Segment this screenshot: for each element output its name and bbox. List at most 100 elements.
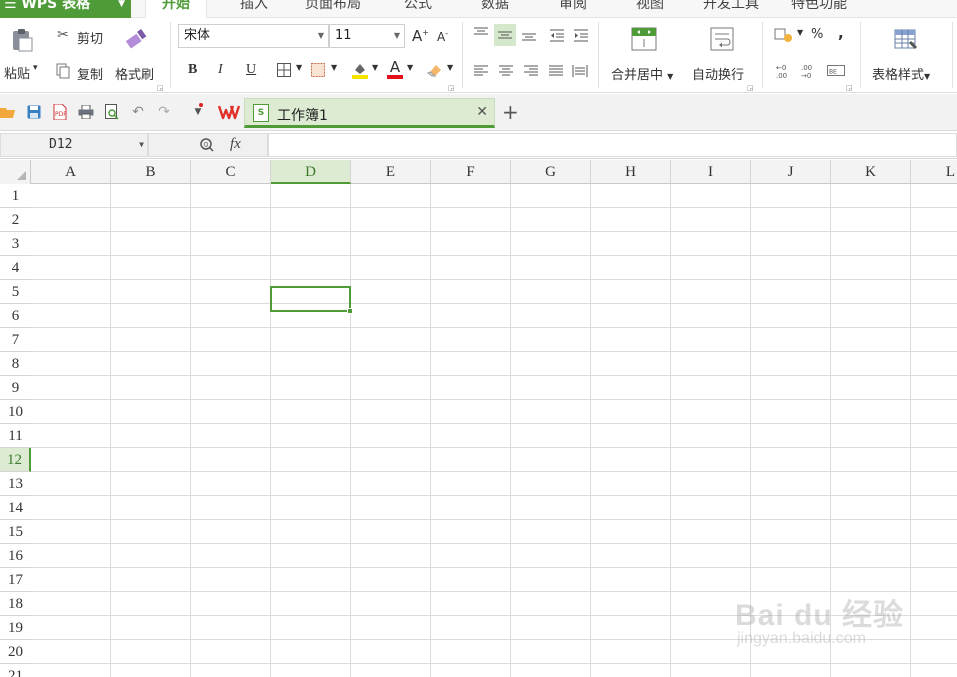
chevron-down-icon[interactable]: ▼: [407, 63, 413, 72]
row-header-21[interactable]: 21: [0, 664, 31, 677]
dialog-launcher-icon[interactable]: ◲: [448, 84, 455, 92]
row-header-10[interactable]: 10: [0, 400, 31, 424]
tab-page-layout[interactable]: 页面布局: [305, 0, 361, 13]
row-header-3[interactable]: 3: [0, 232, 31, 256]
table-style-button[interactable]: 表格样式▼: [872, 64, 930, 83]
grow-font-button[interactable]: A+: [412, 27, 429, 45]
print-preview-icon[interactable]: [104, 104, 120, 120]
increase-decimal-icon[interactable]: ←0.00: [774, 62, 792, 80]
active-cell[interactable]: [270, 286, 353, 314]
font-family-select[interactable]: 宋体 ▼: [178, 24, 329, 48]
column-header-b[interactable]: B: [111, 160, 191, 184]
customize-toolbar-icon[interactable]: ▼: [190, 103, 206, 120]
row-header-18[interactable]: 18: [0, 592, 31, 616]
row-header-8[interactable]: 8: [0, 352, 31, 376]
row-header-6[interactable]: 6: [0, 304, 31, 328]
align-middle-icon[interactable]: [494, 24, 516, 46]
tab-special-features[interactable]: 特色功能: [791, 0, 847, 13]
align-top-icon[interactable]: [472, 24, 490, 42]
merge-center-button[interactable]: 合并居中 ▼: [611, 64, 673, 83]
tab-developer[interactable]: 开发工具: [703, 0, 759, 13]
tab-data[interactable]: 数据: [481, 0, 509, 13]
wps-logo-icon[interactable]: [218, 104, 240, 120]
document-tab[interactable]: S 工作簿1 ✕: [244, 98, 495, 128]
chevron-down-icon[interactable]: ▼: [296, 63, 302, 72]
tab-home[interactable]: 开始: [145, 0, 207, 18]
tab-view[interactable]: 视图: [636, 0, 664, 13]
row-header-9[interactable]: 9: [0, 376, 31, 400]
row-header-14[interactable]: 14: [0, 496, 31, 520]
undo-icon[interactable]: ↶: [130, 104, 146, 120]
column-header-d[interactable]: D: [271, 160, 351, 184]
paste-icon[interactable]: [8, 26, 36, 54]
row-header-15[interactable]: 15: [0, 520, 31, 544]
tab-insert[interactable]: 插入: [240, 0, 268, 13]
row-header-11[interactable]: 11: [0, 424, 31, 448]
dialog-launcher-icon[interactable]: ◲: [846, 84, 853, 92]
underline-button[interactable]: U: [246, 62, 256, 78]
insert-function-button[interactable]: fx: [230, 136, 241, 153]
font-size-select[interactable]: 11 ▼: [329, 24, 405, 48]
column-header-a[interactable]: A: [31, 160, 111, 184]
select-all-button[interactable]: [0, 160, 31, 184]
row-header-2[interactable]: 2: [0, 208, 31, 232]
cut-button[interactable]: 剪切: [77, 28, 103, 47]
column-header-l[interactable]: L: [911, 160, 957, 184]
wrap-text-icon[interactable]: [708, 26, 736, 52]
tab-review[interactable]: 审阅: [559, 0, 587, 13]
chevron-down-icon[interactable]: ▼: [331, 63, 337, 72]
format-painter-button[interactable]: 格式刷: [115, 64, 154, 83]
fill-handle[interactable]: [347, 308, 353, 314]
chevron-down-icon[interactable]: ▼: [372, 63, 378, 72]
row-header-1[interactable]: 1: [0, 184, 31, 208]
dialog-launcher-icon[interactable]: ◲: [157, 84, 164, 92]
column-header-c[interactable]: C: [191, 160, 271, 184]
format-painter-icon[interactable]: [124, 26, 150, 52]
number-format-icon[interactable]: BE: [826, 62, 846, 80]
column-header-e[interactable]: E: [351, 160, 431, 184]
align-left-icon[interactable]: [472, 62, 490, 80]
wrap-text-button[interactable]: 自动换行: [692, 64, 744, 83]
save-icon[interactable]: [26, 104, 42, 120]
eraser-icon[interactable]: [426, 60, 444, 78]
copy-button[interactable]: 复制: [77, 64, 103, 83]
row-header-19[interactable]: 19: [0, 616, 31, 640]
fill-color-icon[interactable]: [350, 60, 370, 80]
percent-button[interactable]: %: [811, 27, 823, 42]
align-center-icon[interactable]: [497, 62, 515, 80]
align-bottom-icon[interactable]: [520, 26, 538, 44]
table-style-icon[interactable]: [893, 28, 919, 52]
row-header-13[interactable]: 13: [0, 472, 31, 496]
chevron-down-icon[interactable]: ▼: [447, 63, 453, 72]
chevron-down-icon[interactable]: ▼: [797, 28, 803, 37]
close-icon[interactable]: ✕: [476, 104, 488, 120]
open-folder-icon[interactable]: [0, 104, 16, 120]
decrease-decimal-icon[interactable]: .00 →0: [799, 62, 817, 80]
italic-button[interactable]: I: [218, 62, 223, 78]
column-header-i[interactable]: I: [671, 160, 751, 184]
name-box[interactable]: D12 ▼: [0, 133, 148, 157]
redo-icon[interactable]: ↷: [156, 104, 172, 120]
chevron-down-icon[interactable]: ▾: [33, 63, 38, 73]
merge-center-icon[interactable]: [630, 26, 658, 52]
plus-icon[interactable]: +: [502, 100, 519, 124]
increase-indent-icon[interactable]: [572, 26, 590, 44]
app-menu-button[interactable]: ☰ WPS 表格 ▼: [0, 0, 131, 18]
row-header-7[interactable]: 7: [0, 328, 31, 352]
column-header-h[interactable]: H: [591, 160, 671, 184]
row-header-16[interactable]: 16: [0, 544, 31, 568]
align-right-icon[interactable]: [522, 62, 540, 80]
justify-icon[interactable]: [547, 62, 565, 80]
row-header-5[interactable]: 5: [0, 280, 31, 304]
row-header-12[interactable]: 12: [0, 448, 31, 472]
formula-input[interactable]: [268, 133, 957, 157]
tab-formulas[interactable]: 公式: [404, 0, 432, 13]
comma-style-button[interactable]: ,: [838, 24, 844, 42]
row-header-20[interactable]: 20: [0, 640, 31, 664]
export-pdf-icon[interactable]: PDF: [52, 104, 68, 120]
distributed-align-icon[interactable]: [571, 62, 589, 80]
column-header-g[interactable]: G: [511, 160, 591, 184]
column-header-j[interactable]: J: [751, 160, 831, 184]
column-header-f[interactable]: F: [431, 160, 511, 184]
decrease-indent-icon[interactable]: [548, 26, 566, 44]
